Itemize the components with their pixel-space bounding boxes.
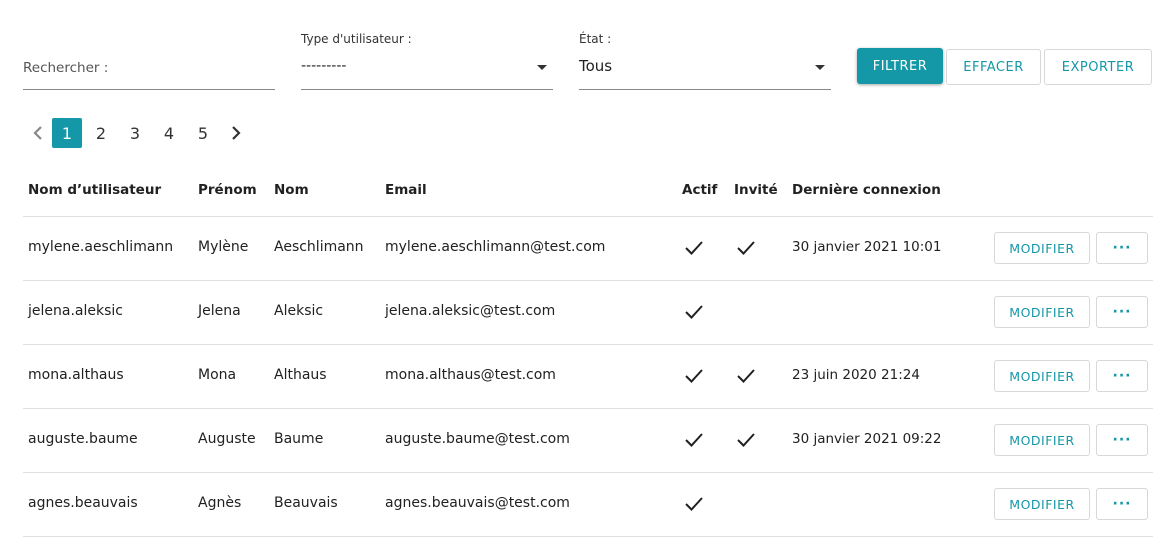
prev-page-button[interactable]	[24, 118, 52, 148]
cell-email: auguste.baume@test.com	[385, 431, 570, 447]
header-active[interactable]: Actif	[682, 182, 717, 198]
edit-button[interactable]: MODIFIER	[994, 424, 1090, 456]
header-firstname[interactable]: Prénom	[198, 182, 257, 198]
page-5[interactable]: 5	[188, 118, 218, 148]
cell-last-login: 30 janvier 2021 09:22	[792, 431, 942, 447]
page-2[interactable]: 2	[86, 118, 116, 148]
cell-username: auguste.baume	[28, 431, 138, 447]
user-type-label: Type d'utilisateur :	[301, 32, 412, 46]
cell-email: jelena.aleksic@test.com	[385, 303, 556, 319]
more-actions-button[interactable]: ···	[1096, 488, 1148, 520]
cell-firstname: Mylène	[198, 239, 249, 255]
header-lastname[interactable]: Nom	[274, 182, 309, 198]
check-icon	[685, 497, 703, 511]
users-table: Nom d’utilisateur Prénom Nom Email Actif…	[23, 168, 1153, 537]
cell-email: mona.althaus@test.com	[385, 367, 556, 383]
table-row: mylene.aeschlimann Mylène Aeschlimann my…	[23, 217, 1153, 281]
cell-lastname: Aeschlimann	[274, 239, 364, 255]
caret-down-icon	[537, 65, 547, 70]
cell-lastname: Aleksic	[274, 303, 324, 319]
table-row: jelena.aleksic Jelena Aleksic jelena.ale…	[23, 281, 1153, 345]
cell-firstname: Auguste	[198, 431, 256, 447]
page-1[interactable]: 1	[52, 118, 82, 148]
search-label: Rechercher :	[23, 60, 109, 76]
table-header: Nom d’utilisateur Prénom Nom Email Actif…	[23, 168, 1153, 217]
check-icon	[685, 305, 703, 319]
edit-button[interactable]: MODIFIER	[994, 232, 1090, 264]
cell-firstname: Agnès	[198, 495, 242, 511]
cell-username: agnes.beauvais	[28, 495, 138, 511]
cell-lastname: Baume	[274, 431, 324, 447]
cell-lastname: Beauvais	[274, 495, 338, 511]
user-type-select[interactable]: Type d'utilisateur : ---------	[301, 32, 553, 90]
state-underline	[579, 89, 831, 90]
page-4[interactable]: 4	[154, 118, 184, 148]
cell-username: jelena.aleksic	[28, 303, 123, 319]
filter-button[interactable]: FILTRER	[857, 48, 943, 84]
check-icon	[685, 369, 703, 383]
edit-button[interactable]: MODIFIER	[994, 296, 1090, 328]
cell-last-login: 23 juin 2020 21:24	[792, 367, 920, 383]
user-type-underline	[301, 89, 553, 90]
table-row: agnes.beauvais Agnès Beauvais agnes.beau…	[23, 473, 1153, 537]
pagination: 1 2 3 4 5	[24, 118, 250, 148]
check-icon	[737, 369, 755, 383]
cell-email: agnes.beauvais@test.com	[385, 495, 570, 511]
cell-firstname: Jelena	[198, 303, 241, 319]
page-3[interactable]: 3	[120, 118, 150, 148]
cell-last-login: 30 janvier 2021 10:01	[792, 239, 942, 255]
more-actions-button[interactable]: ···	[1096, 360, 1148, 392]
header-last-login[interactable]: Dernière connexion	[792, 182, 941, 198]
more-actions-button[interactable]: ···	[1096, 232, 1148, 264]
cell-lastname: Althaus	[274, 367, 327, 383]
state-label: État :	[579, 32, 612, 46]
table-row: mona.althaus Mona Althaus mona.althaus@t…	[23, 345, 1153, 409]
check-icon	[737, 433, 755, 447]
user-type-value: ---------	[301, 58, 347, 74]
table-row: auguste.baume Auguste Baume auguste.baum…	[23, 409, 1153, 473]
search-underline	[23, 89, 275, 90]
header-invited[interactable]: Invité	[734, 182, 778, 198]
chevron-left-icon	[33, 126, 42, 140]
more-actions-button[interactable]: ···	[1096, 424, 1148, 456]
header-username[interactable]: Nom d’utilisateur	[28, 182, 161, 198]
edit-button[interactable]: MODIFIER	[994, 360, 1090, 392]
caret-down-icon	[815, 65, 825, 70]
cell-username: mona.althaus	[28, 367, 124, 383]
cell-firstname: Mona	[198, 367, 237, 383]
check-icon	[685, 433, 703, 447]
cell-email: mylene.aeschlimann@test.com	[385, 239, 606, 255]
clear-button[interactable]: EFFACER	[946, 49, 1041, 85]
cell-username: mylene.aeschlimann	[28, 239, 174, 255]
next-page-button[interactable]	[222, 118, 250, 148]
edit-button[interactable]: MODIFIER	[994, 488, 1090, 520]
header-email[interactable]: Email	[385, 182, 427, 198]
search-input[interactable]: Rechercher :	[23, 50, 275, 90]
more-actions-button[interactable]: ···	[1096, 296, 1148, 328]
state-value: Tous	[579, 57, 613, 75]
state-select[interactable]: État : Tous	[579, 32, 831, 90]
check-icon	[685, 241, 703, 255]
check-icon	[737, 241, 755, 255]
export-button[interactable]: EXPORTER	[1044, 49, 1152, 85]
chevron-right-icon	[232, 126, 241, 140]
